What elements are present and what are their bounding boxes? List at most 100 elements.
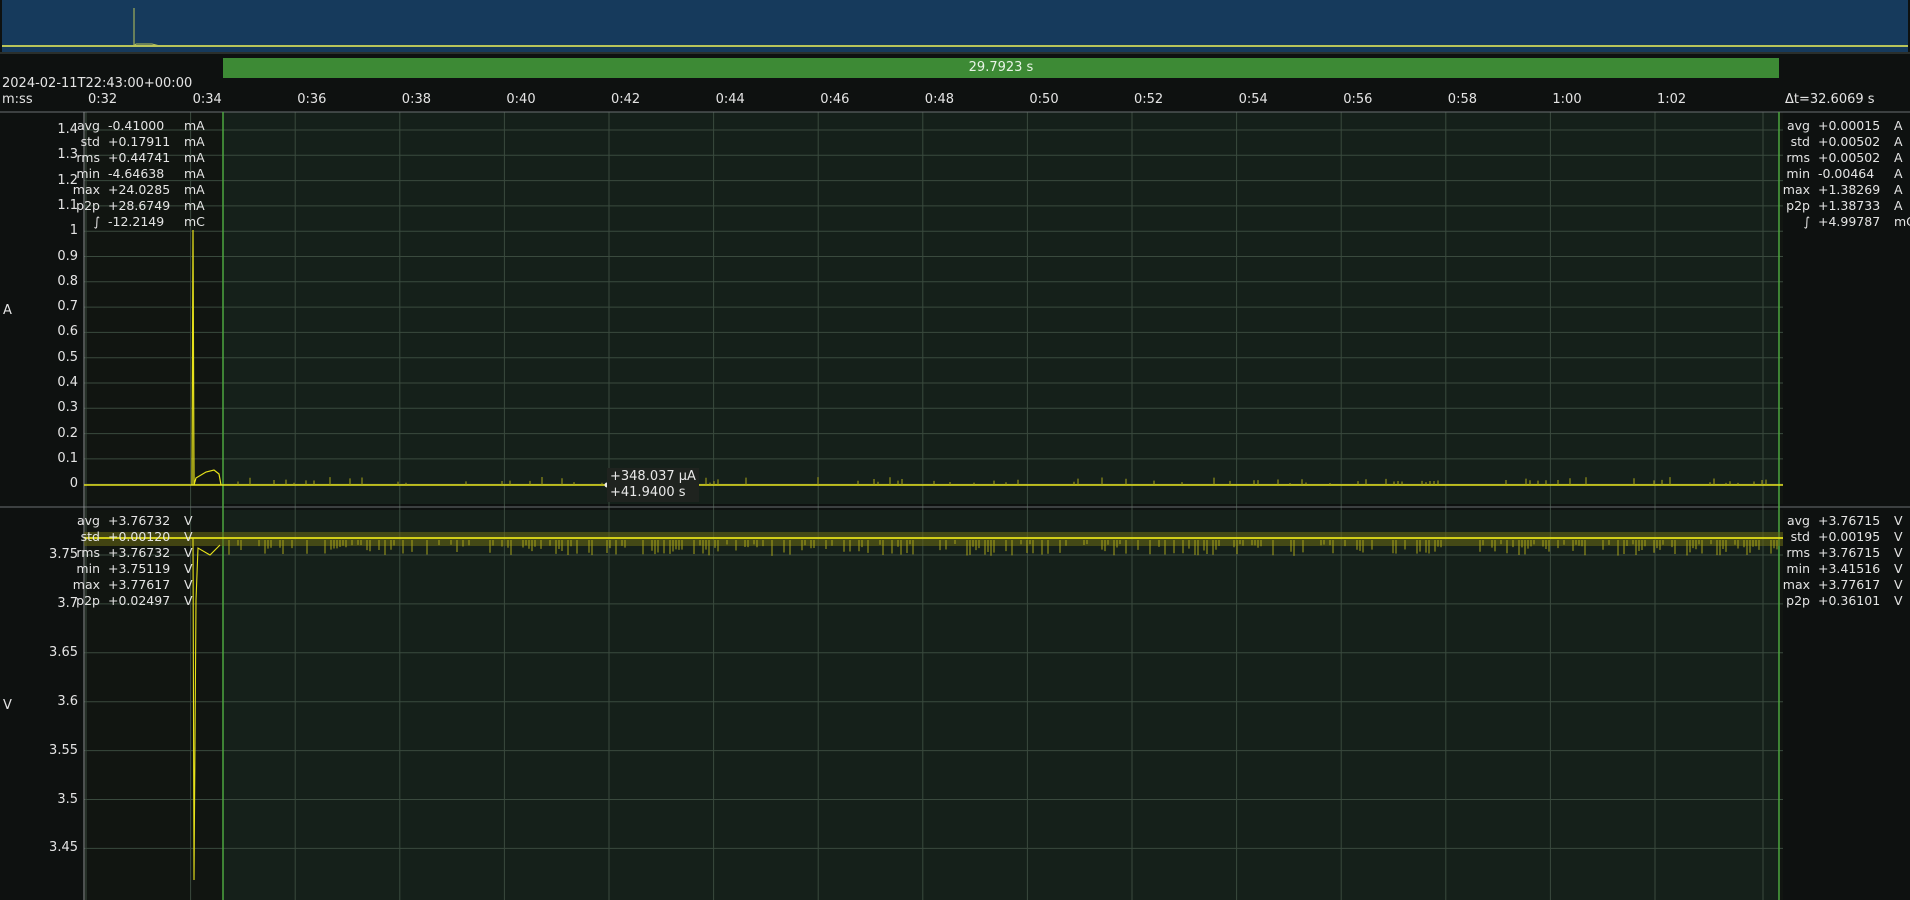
cursor-tooltip: +348.037 µA +41.9400 s <box>607 468 699 502</box>
stat-unit: mA <box>184 166 205 181</box>
stat-value: +3.76732 <box>108 513 171 528</box>
stat-label: rms <box>76 150 100 165</box>
stat-unit: V <box>184 513 193 528</box>
stat-label: max <box>72 577 100 592</box>
stat-row: avg +3.76732 V <box>70 513 193 529</box>
stat-label: avg <box>77 513 100 528</box>
stat-unit: V <box>184 577 193 592</box>
stat-unit: A <box>1894 166 1903 181</box>
stat-label: min <box>1786 561 1810 576</box>
stat-unit: V <box>1894 545 1903 560</box>
stat-row: avg -0.41000 mA <box>70 118 205 134</box>
stat-value: +0.00502 <box>1818 134 1881 149</box>
stat-value: +3.76732 <box>108 545 171 560</box>
stat-row: p2p +28.6749 mA <box>70 198 205 214</box>
stat-unit: V <box>184 593 193 608</box>
voltage-stats-right: avg +3.76715 Vstd +0.00195 Vrms +3.76715 Vmin +… <box>1780 513 1903 609</box>
stat-row: rms +3.76715 V <box>1780 545 1903 561</box>
stat-label: rms <box>1786 545 1810 560</box>
stat-row: rms +0.44741 mA <box>70 150 205 166</box>
current-stats-left: avg -0.41000 mA std +0.17911 mA rms +0.44741 mA m… <box>70 118 205 230</box>
current-y-tick: 0.3 <box>57 400 78 416</box>
stat-row: std +0.17911 mA <box>70 134 205 150</box>
cursor-value: +348.037 µA <box>610 469 696 484</box>
stat-value: +3.77617 <box>108 577 171 592</box>
stat-unit: mA <box>184 134 205 149</box>
stat-label: max <box>1782 182 1810 197</box>
stat-unit: mA <box>184 118 205 133</box>
stat-row: p2p +0.02497 V <box>70 593 193 609</box>
stat-label: min <box>1786 166 1810 181</box>
stat-value: +0.36101 <box>1818 593 1881 608</box>
stat-value: -4.64638 <box>108 166 165 181</box>
stat-value: +0.00195 <box>1818 529 1881 544</box>
stat-label: avg <box>1787 513 1810 528</box>
stat-row: p2p +1.38733 A <box>1780 198 1910 214</box>
stat-value: +0.02497 <box>108 593 171 608</box>
stat-row: ∫ +4.99787 mC <box>1780 214 1910 230</box>
voltage-stats-left: avg +3.76732 Vstd +0.00120 Vrms +3.76732 Vmin +… <box>70 513 193 609</box>
stat-value: +1.38733 <box>1818 198 1881 213</box>
stat-value: -12.2149 <box>108 214 165 229</box>
voltage-y-tick: 3.55 <box>49 742 78 758</box>
stat-label: p2p <box>1786 593 1810 608</box>
stat-value: +3.76715 <box>1818 513 1881 528</box>
stat-unit: A <box>1894 198 1903 213</box>
stat-unit: V <box>1894 529 1903 544</box>
stat-value: +3.75119 <box>108 561 171 576</box>
stat-row: max +3.77617 V <box>1780 577 1903 593</box>
voltage-y-tick: 3.6 <box>57 693 78 709</box>
stat-label: avg <box>1787 118 1810 133</box>
stat-row: min +3.75119 V <box>70 561 192 577</box>
stat-value: +24.0285 <box>108 182 171 197</box>
stat-unit: V <box>1894 593 1903 608</box>
stat-value: -0.41000 <box>108 118 165 133</box>
stat-label: avg <box>77 118 100 133</box>
stat-value: +0.00502 <box>1818 150 1881 165</box>
stat-row: min +3.41516 V <box>1780 561 1902 577</box>
stat-label: std <box>1790 529 1810 544</box>
stat-row: std +0.00120 V <box>70 529 193 545</box>
stat-label: max <box>72 182 100 197</box>
stat-row: std +0.00502 A <box>1780 134 1910 150</box>
stat-label: std <box>80 134 100 149</box>
stat-unit: mA <box>184 198 205 213</box>
stat-label: ∫ <box>93 214 100 229</box>
stat-value: +3.77617 <box>1818 577 1881 592</box>
current-y-tick: 0.1 <box>57 450 78 466</box>
stat-unit: V <box>184 529 193 544</box>
stat-row: p2p +0.36101 V <box>1780 593 1903 609</box>
current-y-tick: 0 <box>69 476 78 492</box>
stat-unit: A <box>1894 182 1903 197</box>
stat-row: avg +0.00015 A <box>1780 118 1910 134</box>
stat-label: rms <box>76 545 100 560</box>
current-stats-right: avg +0.00015 Astd +0.00502 Arms +0.00502 Amin -… <box>1780 118 1910 230</box>
stat-value: +0.00015 <box>1818 118 1881 133</box>
stat-row: max +24.0285 mA <box>70 182 205 198</box>
current-y-tick: 0.6 <box>57 324 78 340</box>
current-y-tick: 0.8 <box>57 273 78 289</box>
stat-value: +3.41516 <box>1818 561 1881 576</box>
stat-value: +1.38269 <box>1818 182 1881 197</box>
stat-row: max +3.77617 V <box>70 577 193 593</box>
stat-unit: mA <box>184 182 205 197</box>
current-y-tick: 0.2 <box>57 425 78 441</box>
voltage-y-tick: 3.65 <box>49 644 78 660</box>
stat-label: ∫ <box>1803 214 1810 229</box>
voltage-axis-name: V <box>3 698 12 713</box>
stat-unit: V <box>1894 577 1903 592</box>
stat-label: min <box>76 166 100 181</box>
stat-label: std <box>80 529 100 544</box>
stat-label: rms <box>1786 150 1810 165</box>
voltage-plot-selection <box>223 510 1779 900</box>
stat-unit: A <box>1894 118 1903 133</box>
stat-label: max <box>1782 577 1810 592</box>
stat-label: p2p <box>76 198 100 213</box>
stat-value: +4.99787 <box>1818 214 1881 229</box>
cursor-time: +41.9400 s <box>610 485 686 500</box>
stat-unit: V <box>1894 513 1903 528</box>
plot-canvas[interactable] <box>0 0 1910 900</box>
current-y-tick: 0.5 <box>57 349 78 365</box>
stat-unit: mC <box>1894 214 1910 229</box>
stat-label: p2p <box>1786 198 1810 213</box>
